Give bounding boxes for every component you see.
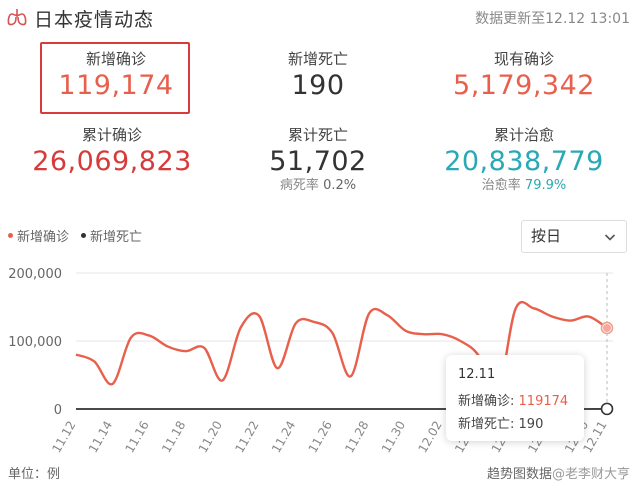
- stat-new-confirmed: 新增确诊 119,174: [16, 50, 216, 102]
- recovery-rate: 79.9%: [524, 178, 567, 193]
- tooltip-deaths-label: 新增死亡:: [458, 417, 515, 432]
- stat-sub: 治愈率 79.9%: [424, 178, 624, 194]
- lungs-icon: [7, 9, 27, 26]
- x-tick-label: 11.12: [49, 419, 78, 456]
- x-tick-label: 11.16: [123, 419, 152, 456]
- x-tick-label: 11.18: [159, 419, 188, 456]
- watermark: @老李财大亨: [551, 467, 630, 482]
- legend-dot-icon: [81, 233, 87, 238]
- recovery-label: 治愈率: [481, 178, 521, 193]
- chevron-right-icon[interactable]: ›: [145, 5, 152, 26]
- period-select-value: 按日: [531, 227, 562, 245]
- point-confirmed-fill: [603, 323, 611, 332]
- point-deaths: [600, 402, 614, 416]
- legend-dot-icon: [8, 233, 13, 238]
- unit-label: 单位：例: [8, 467, 61, 482]
- x-tick-label: 11.26: [306, 419, 335, 456]
- chevron-down-icon: [604, 234, 616, 241]
- tooltip-confirmed-label: 新增确诊:: [458, 394, 515, 409]
- stat-value: 5,179,342: [453, 70, 595, 101]
- period-select[interactable]: 按日: [521, 220, 627, 253]
- stat-total-recovered: 累计治愈 20,838,779 治愈率 79.9%: [424, 126, 624, 194]
- stat-total-confirmed: 累计确诊 26,069,823: [12, 126, 212, 178]
- x-tick-label: 11.28: [342, 419, 371, 456]
- legend-label: 新增确诊: [17, 230, 70, 245]
- stat-total-deaths: 累计死亡 51,702 病死率 0.2%: [218, 126, 418, 194]
- stat-current-confirmed: 现有确诊 5,179,342: [424, 50, 624, 102]
- stat-new-deaths: 新增死亡 190: [218, 50, 418, 102]
- y-tick-label: 0: [54, 403, 62, 418]
- stat-value: 190: [291, 70, 345, 101]
- update-time: 数据更新至12.12 13:01: [475, 11, 630, 27]
- stat-label: 新增确诊: [85, 50, 146, 68]
- stat-value: 51,702: [269, 146, 367, 177]
- page-title[interactable]: 日本疫情动态: [34, 5, 154, 32]
- stat-label: 累计确诊: [81, 126, 142, 144]
- x-tick-label: 11.14: [86, 419, 115, 456]
- x-tick-label: 11.22: [232, 419, 261, 456]
- tooltip-confirmed-value: 119174: [518, 394, 569, 409]
- tooltip-deaths-value: 190: [518, 417, 544, 432]
- y-tick-label: 200,000: [8, 267, 62, 282]
- stat-label: 现有确诊: [493, 50, 554, 68]
- stat-label: 累计治愈: [493, 126, 554, 144]
- legend-label: 新增死亡: [90, 230, 143, 245]
- fatality-rate: 0.2%: [323, 178, 357, 193]
- stat-value: 20,838,779: [444, 146, 604, 177]
- header: 日本疫情动态 › 数据更新至12.12 13:01: [0, 0, 640, 34]
- stat-value: 119,174: [58, 70, 174, 101]
- stat-sub: 病死率 0.2%: [218, 178, 418, 194]
- stat-label: 累计死亡: [287, 126, 348, 144]
- chart-legend: 新增确诊 新增死亡: [8, 226, 142, 245]
- legend-item-deaths[interactable]: 新增死亡: [81, 226, 142, 245]
- stat-value: 26,069,823: [32, 146, 192, 177]
- tooltip-date: 12.11: [458, 367, 496, 382]
- x-tick-label: 11.20: [196, 419, 225, 456]
- tooltip-row-confirmed: 新增确诊: 119174: [458, 390, 572, 409]
- x-tick-label: 12.02: [416, 419, 445, 456]
- tooltip-row-deaths: 新增死亡: 190: [458, 413, 572, 432]
- source-label: 趋势图数据: [486, 467, 552, 482]
- legend-item-confirmed[interactable]: 新增确诊: [8, 226, 69, 245]
- y-tick-label: 100,000: [8, 335, 62, 350]
- x-tick-label: 11.24: [269, 419, 298, 456]
- x-tick-label: 11.30: [379, 419, 408, 456]
- chart-tooltip: 12.11 新增确诊: 119174 新增死亡: 190: [446, 355, 584, 441]
- footer-right: 趋势图数据@老李财大亨: [487, 463, 630, 482]
- fatality-label: 病死率: [279, 178, 319, 193]
- stat-label: 新增死亡: [287, 50, 348, 68]
